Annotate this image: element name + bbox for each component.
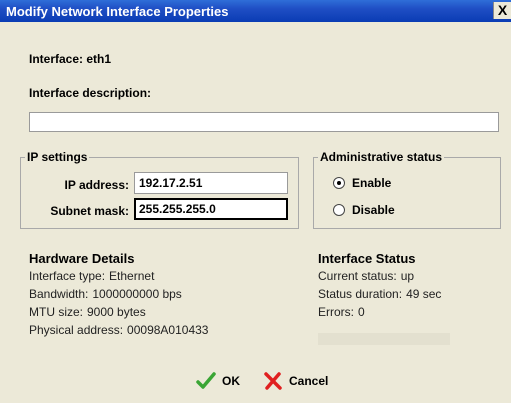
status-row: Status duration: 49 sec [318, 287, 441, 301]
status-indicator-bar [318, 333, 450, 345]
hardware-row-value: 00098A010433 [127, 323, 209, 337]
hardware-row-value: 9000 bytes [87, 305, 146, 319]
hardware-row-value: 1000000000 bps [92, 287, 182, 301]
interface-label: Interface: [29, 52, 84, 66]
description-label: Interface description: [29, 86, 152, 100]
window-title: Modify Network Interface Properties [6, 4, 229, 19]
status-row-key: Current status: [318, 269, 397, 283]
cancel-button[interactable]: Cancel [263, 372, 328, 390]
hardware-details-title: Hardware Details [29, 251, 135, 266]
status-row-key: Status duration: [318, 287, 403, 301]
description-input[interactable] [29, 112, 499, 132]
checkmark-icon [196, 372, 216, 390]
enable-label[interactable]: Enable [352, 176, 391, 190]
title-bar: Modify Network Interface Properties X [0, 0, 511, 22]
subnet-mask-input[interactable]: 255.255.255.0 [134, 198, 288, 220]
ip-address-label: IP address: [64, 178, 129, 192]
hardware-row: Bandwidth: 1000000000 bps [29, 287, 182, 301]
status-row-value: up [400, 269, 415, 283]
ip-address-input[interactable]: 192.17.2.51 [134, 172, 288, 194]
status-row-value: 0 [358, 305, 365, 319]
radio-selected-dot [337, 181, 341, 185]
hardware-row-value: Ethernet [109, 269, 155, 283]
status-row-value: 49 sec [406, 287, 442, 301]
ok-button[interactable]: OK [196, 372, 240, 390]
ip-settings-legend: IP settings [27, 150, 88, 164]
status-row: Errors: 0 [318, 305, 365, 319]
hardware-row: MTU size: 9000 bytes [29, 305, 146, 319]
interface-line: Interface: eth1 [29, 52, 111, 66]
disable-label[interactable]: Disable [352, 203, 395, 217]
enable-radio[interactable] [333, 177, 345, 189]
status-row-key: Errors: [318, 305, 354, 319]
hardware-row-key: Bandwidth: [29, 287, 89, 301]
disable-radio[interactable] [333, 204, 345, 216]
status-row: Current status: up [318, 269, 414, 283]
interface-value: eth1 [86, 52, 112, 66]
hardware-row: Interface type: Ethernet [29, 269, 154, 283]
admin-status-legend: Administrative status [320, 150, 443, 164]
close-button[interactable]: X [493, 2, 511, 19]
subnet-mask-label: Subnet mask: [50, 204, 129, 218]
cross-icon [263, 372, 283, 390]
hardware-row-key: Physical address: [29, 323, 124, 337]
interface-status-title: Interface Status [318, 251, 416, 266]
hardware-row-key: MTU size: [29, 305, 83, 319]
hardware-row-key: Interface type: [29, 269, 106, 283]
admin-status-group: Administrative status [313, 150, 501, 229]
hardware-row: Physical address: 00098A010433 [29, 323, 208, 337]
cancel-label: Cancel [289, 374, 329, 388]
ok-label: OK [222, 374, 240, 388]
